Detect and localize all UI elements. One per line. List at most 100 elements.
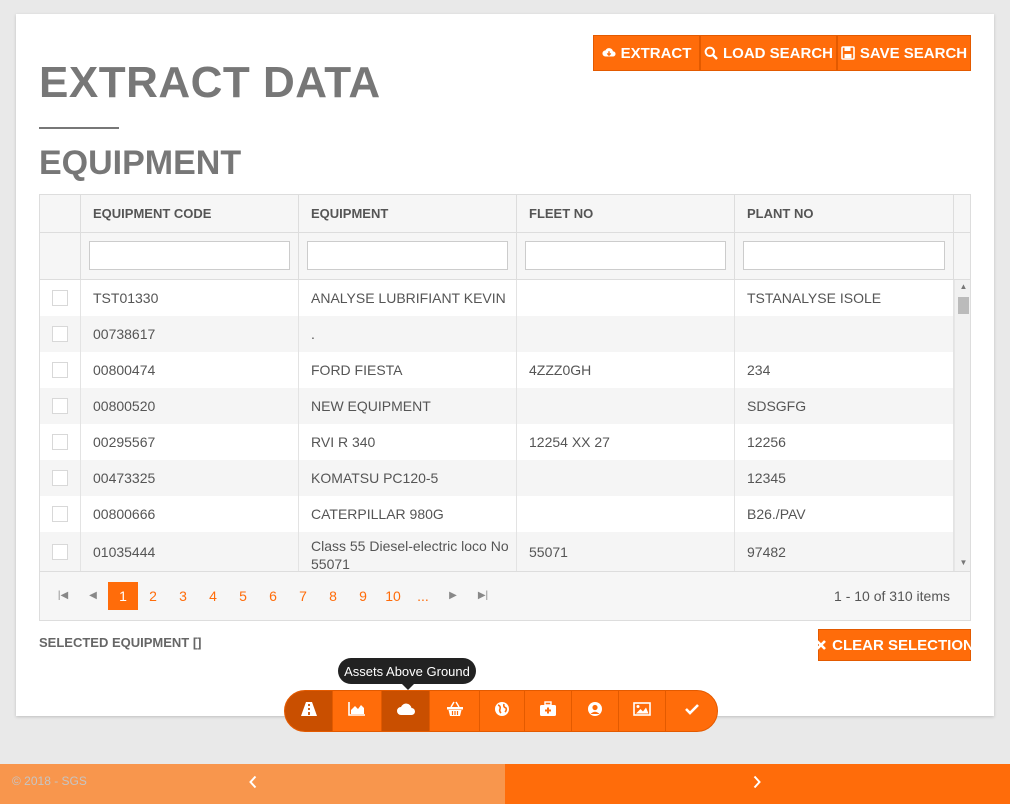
table-row[interactable]: TST01330 ANALYSE LUBRIFIANT KEVIN TSTANA… bbox=[40, 280, 954, 316]
floppy-disk-icon bbox=[841, 46, 855, 60]
column-header-equipment[interactable]: EQUIPMENT bbox=[299, 195, 517, 233]
row-select-cell bbox=[40, 388, 81, 424]
column-header-plant-no[interactable]: PLANT NO bbox=[735, 195, 954, 233]
extract-label: EXTRACT bbox=[620, 44, 692, 62]
footer-left-panel: © 2018 - SGS bbox=[0, 764, 505, 804]
scroll-down-arrow-icon[interactable]: ▼ bbox=[955, 558, 970, 568]
table-row[interactable]: 00295567 RVI R 340 12254 XX 27 12256 bbox=[40, 424, 954, 460]
page-9[interactable]: 9 bbox=[348, 582, 378, 610]
dock-item-check[interactable] bbox=[666, 691, 717, 731]
cell-fleet-no bbox=[517, 316, 735, 352]
filter-cell-fleet bbox=[517, 233, 735, 280]
extract-button[interactable]: EXTRACT bbox=[593, 35, 700, 71]
cell-equipment: KOMATSU PC120-5 bbox=[299, 460, 517, 496]
cell-fleet-no bbox=[517, 388, 735, 424]
scrollbar-thumb[interactable] bbox=[958, 297, 969, 314]
cell-equipment: NEW EQUIPMENT bbox=[299, 388, 517, 424]
medkit-icon bbox=[539, 700, 557, 722]
table-row[interactable]: 00800520 NEW EQUIPMENT SDSGFG bbox=[40, 388, 954, 424]
table-row[interactable]: 01035444 Class 55 Diesel-electric loco N… bbox=[40, 532, 954, 571]
area-chart-icon bbox=[348, 701, 366, 721]
row-checkbox[interactable] bbox=[52, 470, 68, 486]
cell-equipment: Class 55 Diesel-electric loco No 55071 bbox=[299, 532, 517, 571]
cell-equipment: CATERPILLAR 980G bbox=[299, 496, 517, 532]
dock-item-basket[interactable] bbox=[430, 691, 480, 731]
prev-page-icon[interactable]: ◀ bbox=[78, 582, 108, 610]
dock-item-cloud[interactable] bbox=[382, 691, 430, 731]
pagination-info: 1 - 10 of 310 items bbox=[834, 588, 950, 604]
basket-icon bbox=[446, 701, 464, 722]
row-checkbox[interactable] bbox=[52, 434, 68, 450]
dock-item-user[interactable] bbox=[572, 691, 619, 731]
image-icon bbox=[633, 701, 651, 721]
section-title: EQUIPMENT bbox=[39, 144, 242, 182]
page-2[interactable]: 2 bbox=[138, 582, 168, 610]
table-row[interactable]: 00800474 FORD FIESTA 4ZZZ0GH 234 bbox=[40, 352, 954, 388]
save-search-label: SAVE SEARCH bbox=[859, 44, 968, 62]
clear-selection-label: CLEAR SELECTION bbox=[832, 636, 974, 654]
footer-prev-button[interactable] bbox=[238, 764, 268, 804]
page-1[interactable]: 1 bbox=[108, 582, 138, 610]
page-7[interactable]: 7 bbox=[288, 582, 318, 610]
row-select-cell bbox=[40, 316, 81, 352]
last-page-icon[interactable]: ▶| bbox=[468, 582, 498, 610]
dock-item-road[interactable] bbox=[285, 691, 333, 731]
first-page-icon[interactable]: |◀ bbox=[48, 582, 78, 610]
dock-item-globe[interactable] bbox=[480, 691, 525, 731]
page-5[interactable]: 5 bbox=[228, 582, 258, 610]
row-checkbox[interactable] bbox=[52, 544, 68, 560]
page-3[interactable]: 3 bbox=[168, 582, 198, 610]
row-checkbox[interactable] bbox=[52, 290, 68, 306]
footer-next-button[interactable] bbox=[742, 764, 772, 804]
dock-item-area-chart[interactable] bbox=[333, 691, 382, 731]
cell-fleet-no bbox=[517, 280, 735, 316]
filter-input-equipment-code[interactable] bbox=[89, 241, 290, 270]
cell-plant-no: 12345 bbox=[735, 460, 954, 496]
grid-header: EQUIPMENT CODE EQUIPMENT FLEET NO PLANT … bbox=[40, 195, 970, 233]
next-page-icon[interactable]: ▶ bbox=[438, 582, 468, 610]
pagination-bar: |◀ ◀ 1 2 3 4 5 6 7 8 9 10 ... ▶ ▶| 1 - 1… bbox=[40, 571, 970, 620]
filter-input-fleet-no[interactable] bbox=[525, 241, 726, 270]
page-more[interactable]: ... bbox=[408, 582, 438, 610]
table-row[interactable]: 00800666 CATERPILLAR 980G B26./PAV bbox=[40, 496, 954, 532]
row-checkbox[interactable] bbox=[52, 506, 68, 522]
select-column-header bbox=[40, 195, 81, 233]
chevron-left-icon bbox=[248, 775, 258, 794]
page-6[interactable]: 6 bbox=[258, 582, 288, 610]
cell-equipment-code: TST01330 bbox=[81, 280, 299, 316]
dock-item-medkit[interactable] bbox=[525, 691, 572, 731]
dock-item-image[interactable] bbox=[619, 691, 666, 731]
filter-input-plant-no[interactable] bbox=[743, 241, 945, 270]
page-4[interactable]: 4 bbox=[198, 582, 228, 610]
load-search-button[interactable]: LOAD SEARCH bbox=[700, 35, 837, 71]
save-search-button[interactable]: SAVE SEARCH bbox=[837, 35, 971, 71]
cell-equipment: RVI R 340 bbox=[299, 424, 517, 460]
footer-bar: © 2018 - SGS bbox=[0, 764, 1010, 804]
column-header-equipment-code[interactable]: EQUIPMENT CODE bbox=[81, 195, 299, 233]
row-select-cell bbox=[40, 352, 81, 388]
table-row[interactable]: 00473325 KOMATSU PC120-5 12345 bbox=[40, 460, 954, 496]
cell-fleet-no bbox=[517, 496, 735, 532]
page-8[interactable]: 8 bbox=[318, 582, 348, 610]
cell-fleet-no: 4ZZZ0GH bbox=[517, 352, 735, 388]
column-header-fleet-no[interactable]: FLEET NO bbox=[517, 195, 735, 233]
row-select-cell bbox=[40, 496, 81, 532]
cell-equipment-code: 00738617 bbox=[81, 316, 299, 352]
grid-vertical-scrollbar[interactable]: ▲ ▼ bbox=[954, 280, 970, 571]
row-checkbox[interactable] bbox=[52, 362, 68, 378]
cell-equipment: . bbox=[299, 316, 517, 352]
scroll-up-arrow-icon[interactable]: ▲ bbox=[955, 282, 970, 292]
filter-input-equipment[interactable] bbox=[307, 241, 508, 270]
cell-equipment: ANALYSE LUBRIFIANT KEVIN bbox=[299, 280, 517, 316]
filter-spacer bbox=[40, 233, 81, 280]
footer-right-panel bbox=[505, 764, 1010, 804]
clear-selection-button[interactable]: CLEAR SELECTION bbox=[816, 629, 974, 661]
row-checkbox[interactable] bbox=[52, 326, 68, 342]
user-circle-icon bbox=[587, 701, 603, 722]
filter-cell-equipment bbox=[299, 233, 517, 280]
page-10[interactable]: 10 bbox=[378, 582, 408, 610]
table-row[interactable]: 00738617 . bbox=[40, 316, 954, 352]
row-checkbox[interactable] bbox=[52, 398, 68, 414]
row-select-cell bbox=[40, 280, 81, 316]
grid-body: TST01330 ANALYSE LUBRIFIANT KEVIN TSTANA… bbox=[40, 280, 954, 571]
